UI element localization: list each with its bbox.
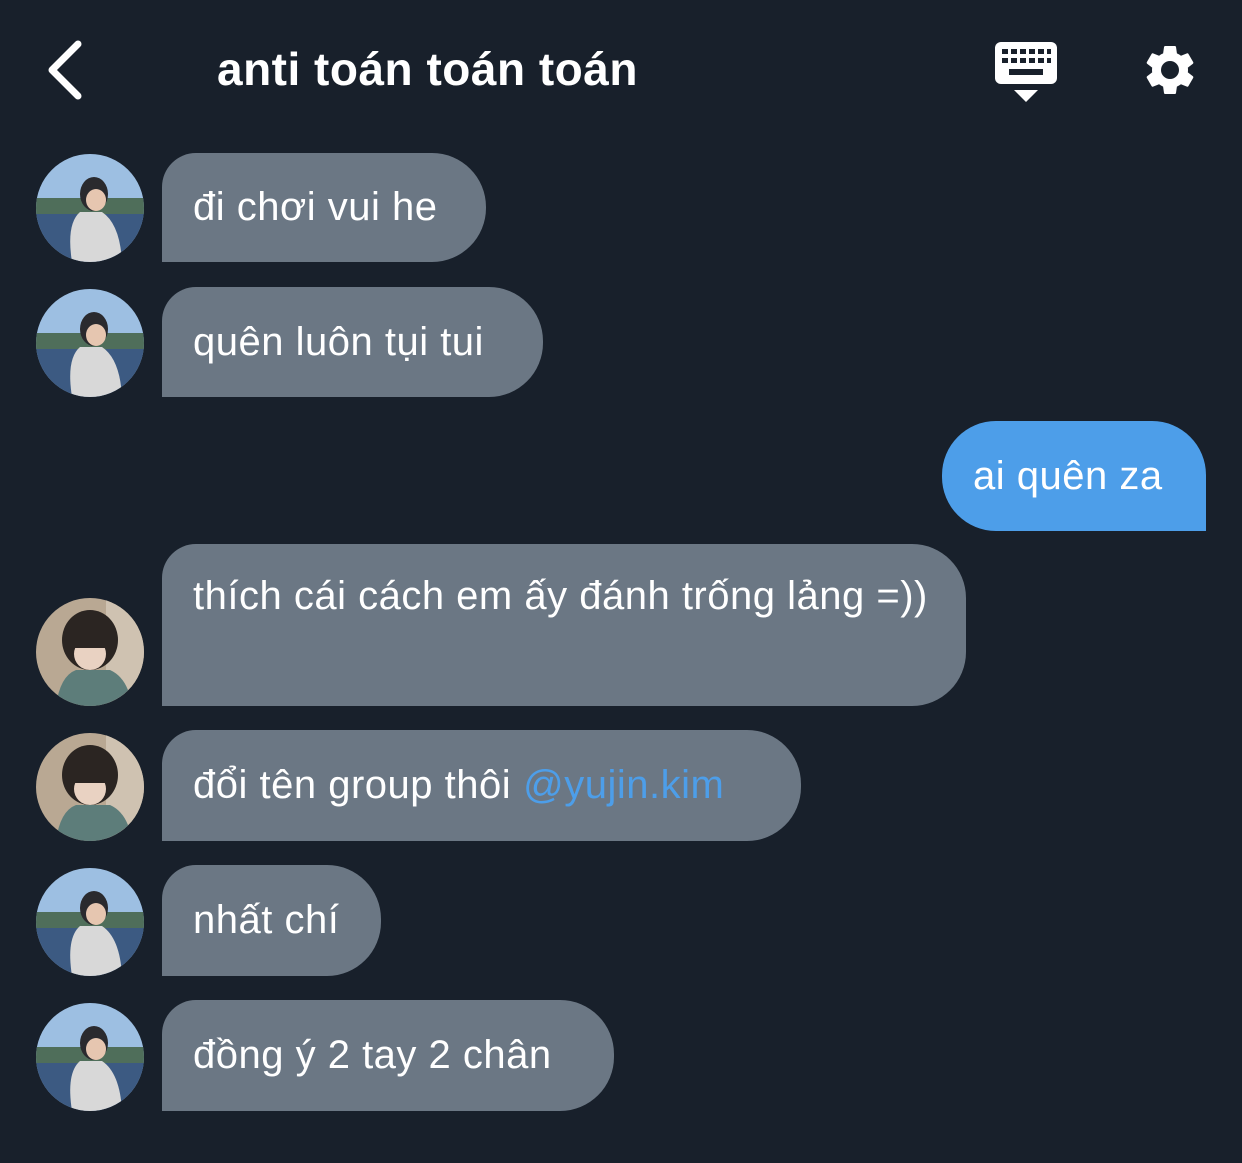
gear-icon xyxy=(1146,45,1194,94)
back-button[interactable] xyxy=(40,36,96,104)
settings-button[interactable] xyxy=(1140,40,1200,100)
keyboard-button[interactable] xyxy=(993,40,1059,104)
message-text: quên luôn tụi tui xyxy=(193,319,484,364)
incoming-bubble: quên luôn tụi tui xyxy=(162,287,543,397)
message-text: thích cái cách em ấy đánh trống lảng =)) xyxy=(193,574,928,618)
avatar[interactable] xyxy=(36,289,144,397)
avatar[interactable] xyxy=(36,598,144,706)
incoming-bubble: thích cái cách em ấy đánh trống lảng =)) xyxy=(162,544,966,706)
message-text: đổi tên group thôi xyxy=(193,763,512,807)
avatar[interactable] xyxy=(36,733,144,841)
incoming-bubble: đồng ý 2 tay 2 chân xyxy=(162,1000,614,1111)
chevron-left-icon xyxy=(48,40,82,100)
message-text: đi chơi vui he xyxy=(193,185,438,229)
avatar[interactable] xyxy=(36,1003,144,1111)
message-text: nhất chí xyxy=(193,898,340,942)
outgoing-bubble: ai quên za xyxy=(942,421,1206,531)
incoming-bubble: đổi tên group thôi @yujin.kim xyxy=(162,730,801,841)
keyboard-icon xyxy=(995,42,1057,102)
incoming-bubble: nhất chí xyxy=(162,865,381,976)
user-mention-link[interactable]: @yujin.kim xyxy=(523,759,724,812)
incoming-bubble: đi chơi vui he xyxy=(162,153,486,262)
chat-header: anti toán toán toán xyxy=(0,0,1242,140)
message-text: đồng ý 2 tay 2 chân xyxy=(193,1033,552,1077)
avatar[interactable] xyxy=(36,154,144,262)
message-text: ai quên za xyxy=(973,453,1163,498)
chat-title: anti toán toán toán xyxy=(217,43,638,95)
avatar[interactable] xyxy=(36,868,144,976)
